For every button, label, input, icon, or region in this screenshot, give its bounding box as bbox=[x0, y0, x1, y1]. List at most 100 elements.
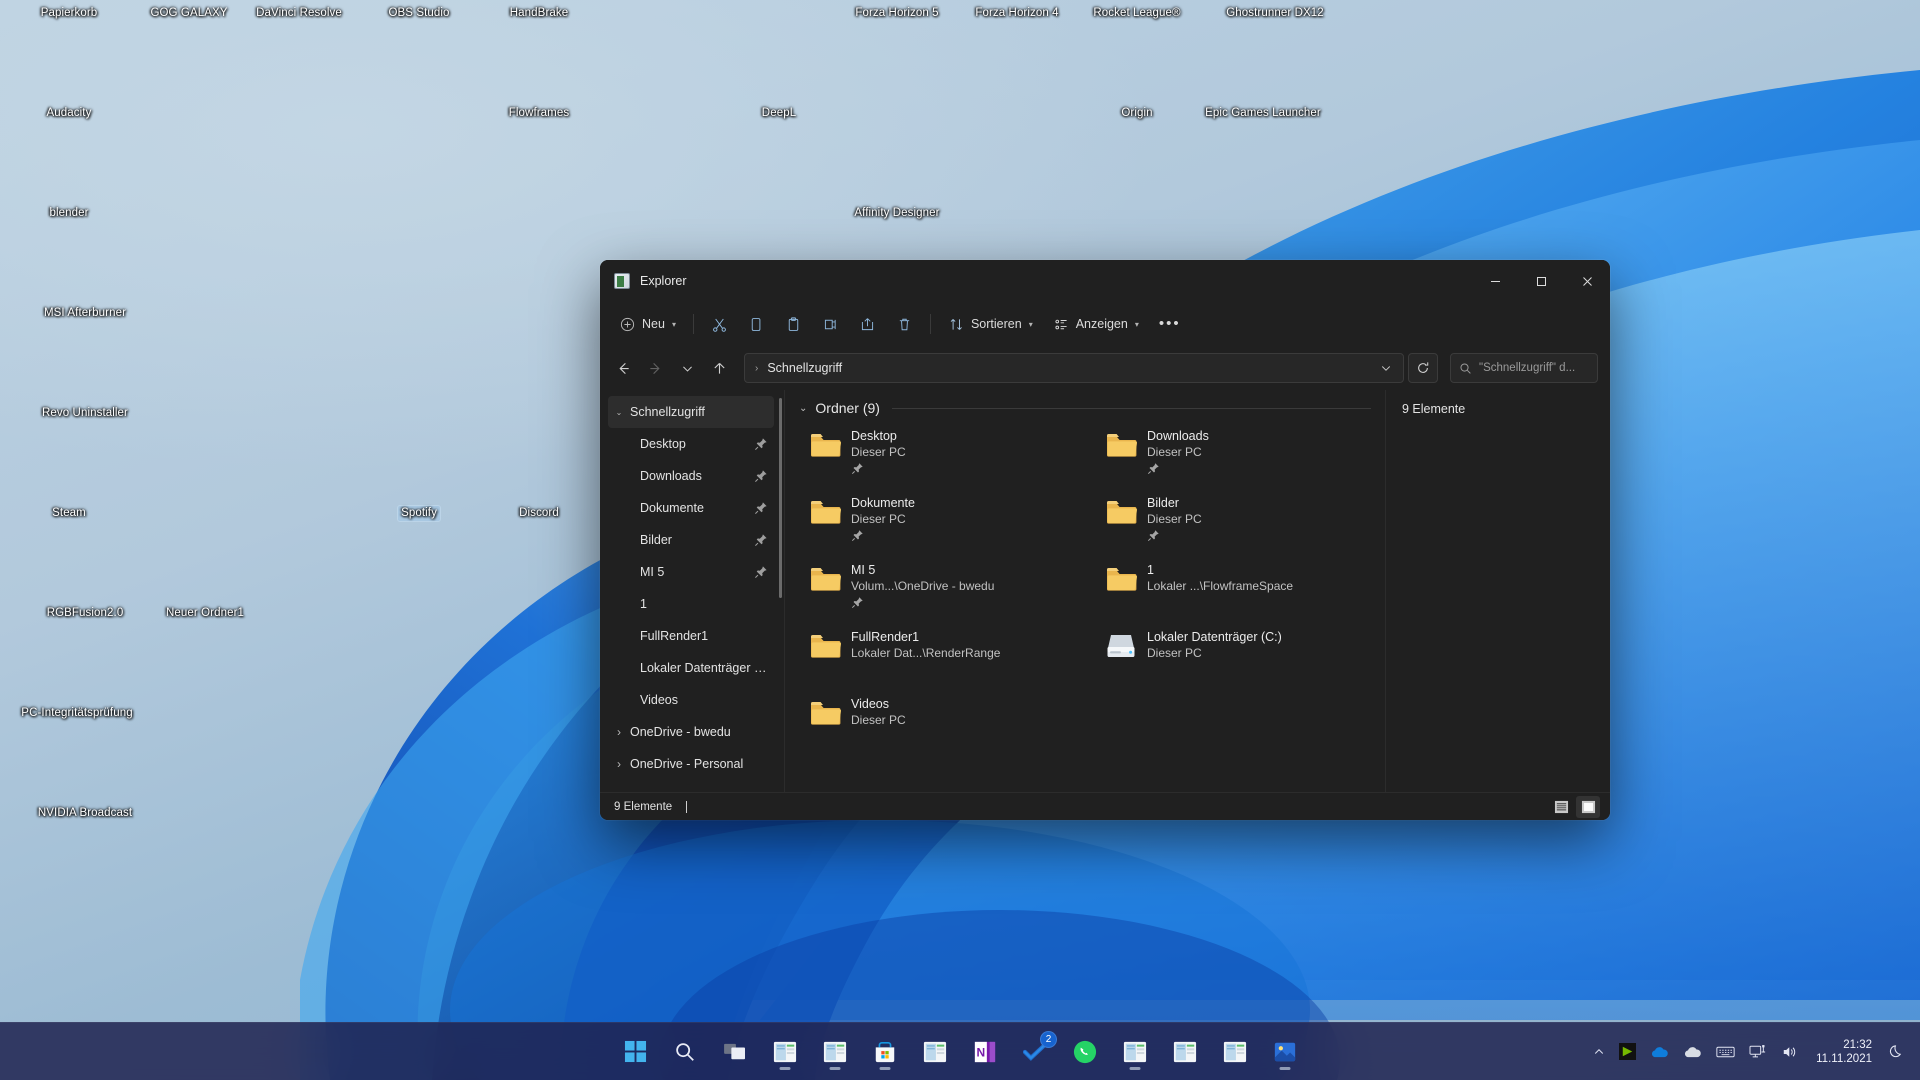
sidebar-item-fullrender1[interactable]: FullRender1 bbox=[608, 620, 774, 652]
desktop-icon-obs-studio[interactable]: OBS Studio bbox=[360, 6, 478, 21]
folder-item[interactable]: Lokaler Datenträger (C:)Dieser PC bbox=[1095, 623, 1375, 690]
sort-button[interactable]: Sortieren ▾ bbox=[939, 308, 1042, 340]
tray-overflow-button[interactable] bbox=[1586, 1032, 1612, 1072]
desktop-icon-neuer-ordner1[interactable]: Neuer Ordner1 bbox=[120, 606, 290, 621]
taskbar-photos[interactable] bbox=[1265, 1032, 1305, 1072]
taskbar-onenote[interactable]: N bbox=[965, 1032, 1005, 1072]
desktop-icon-nvidia-broadcast[interactable]: NVIDIA Broadcast bbox=[0, 806, 170, 821]
sidebar-item-bilder[interactable]: Bilder bbox=[608, 524, 774, 556]
minimize-button[interactable] bbox=[1472, 260, 1518, 302]
sidebar-item-1[interactable]: 1 bbox=[608, 588, 774, 620]
refresh-button[interactable] bbox=[1408, 353, 1438, 383]
folder-item[interactable]: MI 5Volum...\OneDrive - bwedu bbox=[799, 556, 1079, 623]
sidebar-item-videos[interactable]: Videos bbox=[608, 684, 774, 716]
file-list-pane[interactable]: ⌄ Ordner (9) DesktopDieser PCDownloadsDi… bbox=[785, 390, 1385, 792]
onedrive-grey-icon[interactable] bbox=[1676, 1032, 1709, 1072]
close-button[interactable] bbox=[1564, 260, 1610, 302]
explorer-window[interactable]: Explorer Neu ▾ bbox=[600, 260, 1610, 820]
cut-button[interactable] bbox=[702, 308, 737, 340]
desktop-icon-steam[interactable]: Steam bbox=[10, 506, 128, 521]
folder-item[interactable]: VideosDieser PC bbox=[799, 690, 1079, 757]
taskbar-todo[interactable]: 2 bbox=[1015, 1032, 1055, 1072]
up-button[interactable] bbox=[704, 353, 734, 383]
desktop-icon-deepl[interactable]: DeepL bbox=[720, 106, 838, 121]
desktop-icon-audacity[interactable]: Audacity bbox=[10, 106, 128, 121]
breadcrumb-quick-access[interactable]: Schnellzugriff bbox=[763, 359, 846, 377]
taskbar-microsoft-store[interactable] bbox=[865, 1032, 905, 1072]
delete-button[interactable] bbox=[887, 308, 922, 340]
desktop-icon-affinity-designer[interactable]: Affinity Designer bbox=[838, 206, 956, 221]
chevron-right-icon[interactable]: › bbox=[608, 757, 630, 771]
rename-button[interactable] bbox=[813, 308, 848, 340]
taskbar-search[interactable] bbox=[665, 1032, 705, 1072]
pin-icon[interactable] bbox=[754, 437, 768, 451]
desktop-icon-discord[interactable]: Discord bbox=[480, 506, 598, 521]
recent-locations-button[interactable] bbox=[672, 353, 702, 383]
sidebar-item-mi-5[interactable]: MI 5 bbox=[608, 556, 774, 588]
taskbar-task-view[interactable] bbox=[715, 1032, 755, 1072]
address-dropdown-button[interactable] bbox=[1373, 356, 1399, 380]
taskbar-file-explorer-5[interactable] bbox=[1165, 1032, 1205, 1072]
taskbar-file-explorer-1[interactable] bbox=[765, 1032, 805, 1072]
search-input[interactable]: "Schnellzugriff" d... bbox=[1450, 353, 1598, 383]
view-button[interactable]: Anzeigen ▾ bbox=[1044, 308, 1148, 340]
pin-icon[interactable] bbox=[754, 533, 768, 547]
folder-item[interactable]: BilderDieser PC bbox=[1095, 489, 1375, 556]
folder-item[interactable]: FullRender1Lokaler Dat...\RenderRange bbox=[799, 623, 1079, 690]
folder-item[interactable]: 1Lokaler ...\FlowframeSpace bbox=[1095, 556, 1375, 623]
desktop-icon-rocket-league[interactable]: Rocket League® bbox=[1078, 6, 1196, 21]
taskbar-whatsapp[interactable] bbox=[1065, 1032, 1105, 1072]
taskbar-file-explorer-3[interactable] bbox=[915, 1032, 955, 1072]
pin-icon[interactable] bbox=[754, 565, 768, 579]
forward-button[interactable] bbox=[640, 353, 670, 383]
pin-icon[interactable] bbox=[754, 469, 768, 483]
onedrive-blue-icon[interactable] bbox=[1643, 1032, 1676, 1072]
more-options-button[interactable]: ••• bbox=[1150, 308, 1190, 340]
folder-item[interactable]: DesktopDieser PC bbox=[799, 422, 1079, 489]
share-button[interactable] bbox=[850, 308, 885, 340]
taskbar-file-explorer-4[interactable] bbox=[1115, 1032, 1155, 1072]
desktop-icon-ghostrunner-dx12[interactable]: Ghostrunner DX12 bbox=[1190, 6, 1360, 21]
network-icon[interactable] bbox=[1742, 1032, 1774, 1072]
maximize-button[interactable] bbox=[1518, 260, 1564, 302]
desktop-icon-msi-afterburner[interactable]: MSI Afterburner bbox=[0, 306, 170, 321]
desktop-icon-davinci-resolve[interactable]: DaVinci Resolve bbox=[240, 6, 358, 21]
nvidia-tray-icon[interactable] bbox=[1612, 1032, 1643, 1072]
address-bar[interactable]: › Schnellzugriff bbox=[744, 353, 1404, 383]
sidebar-item-onedrive-personal[interactable]: ›OneDrive - Personal bbox=[608, 748, 774, 780]
taskbar-clock[interactable]: 21:32 11.11.2021 bbox=[1806, 1032, 1882, 1072]
desktop-icon-gog-galaxy[interactable]: GOG GALAXY bbox=[130, 6, 248, 21]
desktop-icon-forza-horizon-5[interactable]: Forza Horizon 5 bbox=[838, 6, 956, 21]
notifications-button[interactable] bbox=[1882, 1032, 1912, 1072]
group-header[interactable]: ⌄ Ordner (9) bbox=[799, 400, 1385, 416]
folder-item[interactable]: DokumenteDieser PC bbox=[799, 489, 1079, 556]
chevron-right-icon[interactable]: › bbox=[608, 725, 630, 739]
taskbar-file-explorer-2[interactable] bbox=[815, 1032, 855, 1072]
desktop-icon-papierkorb[interactable]: Papierkorb bbox=[10, 6, 128, 21]
touch-keyboard-icon[interactable] bbox=[1709, 1032, 1742, 1072]
desktop-icon-spotify[interactable]: Spotify bbox=[360, 506, 478, 521]
window-titlebar[interactable]: Explorer bbox=[600, 260, 1610, 302]
chevron-down-icon[interactable]: ⌄ bbox=[608, 408, 630, 417]
sidebar-item-schnellzugriff[interactable]: ⌄Schnellzugriff bbox=[608, 396, 774, 428]
desktop-icon-handbrake[interactable]: HandBrake bbox=[480, 6, 598, 21]
back-button[interactable] bbox=[608, 353, 638, 383]
desktop-icon-forza-horizon-4[interactable]: Forza Horizon 4 bbox=[958, 6, 1076, 21]
details-view-toggle[interactable] bbox=[1549, 796, 1573, 818]
volume-icon[interactable] bbox=[1774, 1032, 1806, 1072]
desktop-icon-epic-games-launcher[interactable]: Epic Games Launcher bbox=[1178, 106, 1348, 121]
desktop-icon-pc-integrit-tspr-fung[interactable]: PC-Integritätsprüfung bbox=[0, 706, 162, 721]
taskbar-file-explorer-6[interactable] bbox=[1215, 1032, 1255, 1072]
new-button[interactable]: Neu ▾ bbox=[610, 308, 685, 340]
sidebar-item-desktop[interactable]: Desktop bbox=[608, 428, 774, 460]
sidebar-item-lokaler-datentr-ger-c[interactable]: Lokaler Datenträger (C:) bbox=[608, 652, 774, 684]
large-icons-view-toggle[interactable] bbox=[1576, 796, 1600, 818]
paste-button[interactable] bbox=[776, 308, 811, 340]
chevron-down-icon[interactable]: ⌄ bbox=[799, 403, 807, 414]
desktop-icon-blender[interactable]: blender bbox=[10, 206, 128, 221]
folder-item[interactable]: DownloadsDieser PC bbox=[1095, 422, 1375, 489]
pin-icon[interactable] bbox=[754, 501, 768, 515]
copy-button[interactable] bbox=[739, 308, 774, 340]
sidebar-scrollbar[interactable] bbox=[779, 398, 782, 598]
taskbar-start[interactable] bbox=[615, 1032, 655, 1072]
